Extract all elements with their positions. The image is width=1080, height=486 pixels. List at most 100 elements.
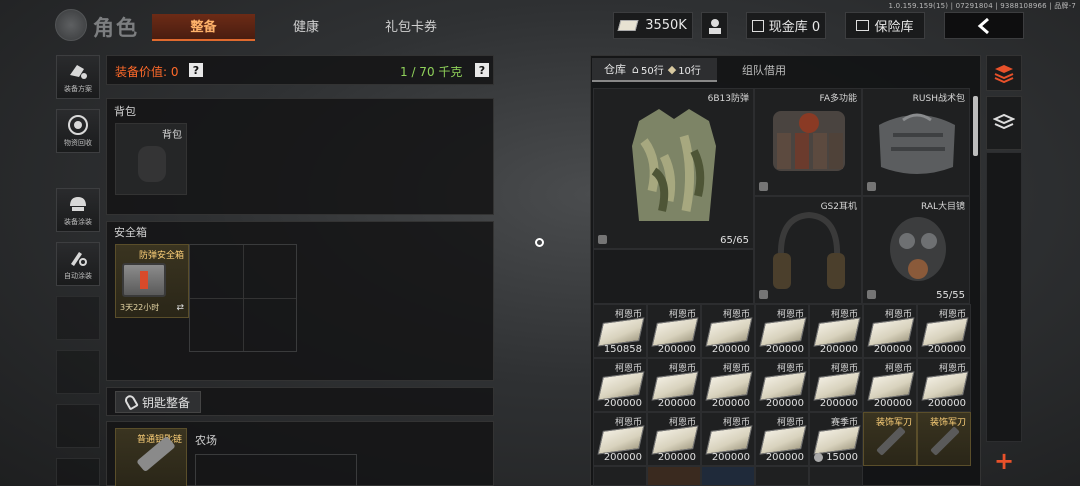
paint-button[interactable]: 装备涂装 <box>56 188 100 232</box>
add-button[interactable]: + <box>986 446 1022 476</box>
item-koen-coin[interactable]: 柯恩币 200000 <box>593 412 647 466</box>
item-koen-coin[interactable]: 柯恩币 200000 <box>701 304 755 358</box>
layers-icon <box>993 113 1015 130</box>
item-count: 200000 <box>873 398 912 409</box>
item-partial[interactable] <box>593 466 647 486</box>
auto-paint-button[interactable]: 自动涂装 <box>56 242 100 286</box>
item-partial[interactable] <box>755 466 809 486</box>
item-koen-coin[interactable]: 柯恩币 200000 <box>701 358 755 412</box>
layers-button[interactable] <box>986 96 1022 150</box>
currency-display[interactable]: 3550K <box>613 12 693 39</box>
cash-vault-button[interactable]: 现金库 0 <box>746 12 826 39</box>
item-count: 200000 <box>873 344 912 355</box>
key-bar: 钥匙整备 <box>106 387 494 416</box>
banknote-stack-icon <box>651 317 699 347</box>
item-count: 200000 <box>765 398 804 409</box>
tab-team-borrow[interactable]: 组队借用 <box>722 58 806 82</box>
item-count: 200000 <box>927 344 966 355</box>
item-fa-rig[interactable]: FA多功能 <box>754 88 862 196</box>
tab-equipment[interactable]: 整备 <box>152 14 255 41</box>
backpack-placeholder-icon <box>138 146 166 182</box>
back-button[interactable] <box>944 12 1024 39</box>
cube-icon <box>598 235 607 244</box>
safebox-slot[interactable]: 防弹安全箱 3天22小时 ⇄ <box>115 244 189 318</box>
trader-button[interactable] <box>701 12 728 39</box>
item-partial[interactable] <box>809 466 863 486</box>
cube-icon <box>867 182 876 191</box>
item-knife[interactable]: 装饰军刀 <box>863 412 917 466</box>
recycle-label: 物资回收 <box>64 139 92 147</box>
banknote-stack-icon <box>705 425 753 455</box>
empty-slot <box>56 404 100 448</box>
storage-scrollbar[interactable] <box>973 96 978 156</box>
item-koen-coin[interactable]: 柯恩币 200000 <box>647 304 701 358</box>
item-count: 200000 <box>819 344 858 355</box>
empty-storage-slot[interactable] <box>593 249 754 304</box>
tab-gift-cards[interactable]: 礼包卡券 <box>360 14 462 41</box>
item-koen-coin[interactable]: 柯恩币 200000 <box>755 412 809 466</box>
item-count: 200000 <box>711 452 750 463</box>
item-gas-mask[interactable]: RAL大目镜 55/55 <box>862 196 970 304</box>
banknote-stack-icon <box>813 317 861 347</box>
banknote-stack-icon <box>813 371 861 401</box>
item-name: 装饰军刀 <box>929 418 966 428</box>
cube-icon <box>867 290 876 299</box>
rows-10: 10行 <box>678 65 701 77</box>
value-help-icon[interactable]: ? <box>189 63 203 77</box>
cursor-icon <box>535 238 544 247</box>
item-partial[interactable] <box>647 466 701 486</box>
item-koen-coin[interactable]: 柯恩币 150858 <box>593 304 647 358</box>
rows-50: 50行 <box>640 65 664 77</box>
banknote-stack-icon <box>597 425 645 455</box>
item-season-coin[interactable]: 赛季币 15000 <box>809 412 863 466</box>
headset-icon <box>773 211 845 289</box>
item-koen-coin[interactable]: 柯恩币 200000 <box>593 358 647 412</box>
weight-help-icon[interactable]: ? <box>475 63 489 77</box>
loadout-plan-button[interactable]: 装备方案 <box>56 55 100 99</box>
cube-icon <box>759 182 768 191</box>
item-koen-coin[interactable]: 柯恩币 200000 <box>647 412 701 466</box>
safe-vault-button[interactable]: 保险库 <box>845 12 925 39</box>
item-koen-coin[interactable]: 柯恩币 200000 <box>755 358 809 412</box>
item-koen-coin[interactable]: 柯恩币 200000 <box>809 304 863 358</box>
banknote-stack-icon <box>651 425 699 455</box>
recycle-icon <box>66 114 90 136</box>
keychain-slot[interactable]: 普通钥匙链 <box>115 428 187 486</box>
item-koen-coin[interactable]: 柯恩币 200000 <box>917 304 971 358</box>
banknote-stack-icon <box>867 371 915 401</box>
trader-icon <box>708 18 721 34</box>
safebox-grid <box>189 244 297 352</box>
tab-health[interactable]: 健康 <box>256 14 356 41</box>
equipment-value: 装备价值: 0 <box>115 65 179 79</box>
item-koen-coin[interactable]: 柯恩币 200000 <box>701 412 755 466</box>
banknote-stack-icon <box>651 371 699 401</box>
warehouse-label: 仓库 <box>604 63 626 76</box>
item-koen-coin[interactable]: 柯恩币 200000 <box>863 304 917 358</box>
key-section: 普通钥匙链 农场 <box>106 421 494 486</box>
item-knife[interactable]: 装饰军刀 <box>917 412 971 466</box>
key-slot-grid[interactable] <box>195 454 357 486</box>
item-armor[interactable]: 6B13防弹 65/65 <box>593 88 754 249</box>
loadout-icon <box>66 60 90 82</box>
backpack-slot[interactable]: 背包 <box>115 123 187 195</box>
item-rush-bag[interactable]: RUSH战术包 <box>862 88 970 196</box>
item-koen-coin[interactable]: 柯恩币 200000 <box>647 358 701 412</box>
item-koen-coin[interactable]: 柯恩币 200000 <box>809 358 863 412</box>
safebox-item-name: 防弹安全箱 <box>138 251 184 261</box>
item-koen-coin[interactable]: 柯恩币 200000 <box>863 358 917 412</box>
back-arrow-icon <box>977 17 989 34</box>
auto-paint-icon <box>66 247 90 269</box>
item-partial[interactable] <box>701 466 755 486</box>
safebox-section: 安全箱 防弹安全箱 3天22小时 ⇄ <box>106 221 494 381</box>
key-loadout-button[interactable]: 钥匙整备 <box>115 391 201 413</box>
item-koen-coin[interactable]: 柯恩币 200000 <box>755 304 809 358</box>
item-count: 55/55 <box>936 290 965 301</box>
tab-warehouse[interactable]: 仓库 ⌂ 50行 ◆ 10行 <box>592 58 717 82</box>
cash-icon <box>751 19 764 32</box>
item-headset[interactable]: GS2耳机 <box>754 196 862 304</box>
sort-button[interactable] <box>986 55 1022 91</box>
recycle-button[interactable]: 物资回收 <box>56 109 100 153</box>
item-count: 200000 <box>603 398 642 409</box>
item-koen-coin[interactable]: 柯恩币 200000 <box>917 358 971 412</box>
banknote-stack-icon <box>759 371 807 401</box>
